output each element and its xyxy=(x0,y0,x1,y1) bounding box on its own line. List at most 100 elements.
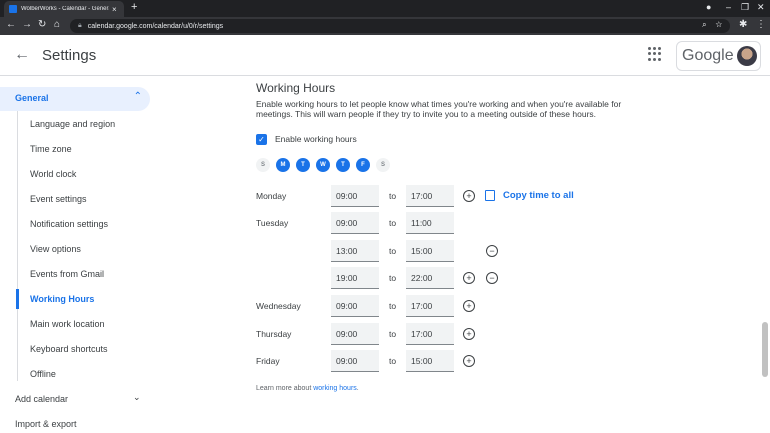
day-label-thursday: Thursday xyxy=(256,329,292,339)
start-time-tuesday-1[interactable]: 09:00 xyxy=(331,212,379,234)
sidebar-item-main-work-location[interactable]: Main work location xyxy=(30,319,105,329)
forward-arrow-icon[interactable]: → xyxy=(22,19,32,30)
day-label-monday: Monday xyxy=(256,191,287,201)
enable-working-hours-label: Enable working hours xyxy=(275,134,357,144)
start-time-monday[interactable]: 09:00 xyxy=(331,185,379,207)
window-close-icon[interactable]: ✕ xyxy=(757,2,765,13)
account-switcher[interactable]: Google xyxy=(676,41,761,71)
sidebar-item-events-from-gmail[interactable]: Events from Gmail xyxy=(30,269,104,279)
to-label: to xyxy=(389,356,397,366)
page-title: Settings xyxy=(42,47,97,64)
calendar-favicon-icon xyxy=(9,5,17,13)
tab-title: WolberWorks - Calendar - General xyxy=(21,6,109,12)
add-time-icon[interactable]: + xyxy=(463,190,475,202)
to-label: to xyxy=(389,246,397,256)
sidebar-general-label: General xyxy=(15,93,49,103)
add-time-icon[interactable]: + xyxy=(463,300,475,312)
section-description: Enable working hours to let people know … xyxy=(256,99,622,119)
tab-close-icon[interactable]: × xyxy=(112,5,117,14)
end-time-tuesday-2[interactable]: 15:00 xyxy=(406,240,454,262)
restore-icon[interactable]: ❐ xyxy=(741,2,749,13)
start-time-thursday[interactable]: 09:00 xyxy=(331,323,379,345)
start-time-wednesday[interactable]: 09:00 xyxy=(331,295,379,317)
day-toggle-sunday[interactable]: S xyxy=(256,158,270,172)
profile-icon[interactable]: ● xyxy=(706,2,711,12)
sidebar-item-working-hours[interactable]: Working Hours xyxy=(30,294,94,304)
section-title: Working Hours xyxy=(256,81,336,95)
back-arrow-icon[interactable]: ← xyxy=(6,19,16,30)
avatar[interactable] xyxy=(737,46,757,66)
browser-toolbar: ← → ↻ ⌂ 🔒︎ calendar.google.com/calendar/… xyxy=(0,17,770,35)
to-label: to xyxy=(389,301,397,311)
sidebar-item-world-clock[interactable]: World clock xyxy=(30,169,76,179)
to-label: to xyxy=(389,191,397,201)
learn-more-prefix: Learn more about xyxy=(256,385,314,392)
google-logo: Google xyxy=(682,47,734,64)
sidebar-item-notification-settings[interactable]: Notification settings xyxy=(30,219,108,229)
subnav-line xyxy=(17,111,18,381)
to-label: to xyxy=(389,273,397,283)
bookmark-star-icon[interactable]: ☆ xyxy=(715,20,722,29)
sidebar-item-add-calendar[interactable]: Add calendar xyxy=(15,394,68,404)
extensions-icon[interactable]: ✱ xyxy=(739,19,747,30)
learn-more-suffix: . xyxy=(356,385,359,392)
sidebar-item-language-and-region[interactable]: Language and region xyxy=(30,119,115,129)
minimize-icon[interactable]: – xyxy=(726,2,731,12)
browser-tab[interactable]: WolberWorks - Calendar - General × xyxy=(4,1,124,17)
copy-icon[interactable] xyxy=(485,190,495,201)
day-label-wednesday: Wednesday xyxy=(256,301,301,311)
settings-header: ← Settings Google xyxy=(0,35,770,76)
remove-time-icon[interactable]: − xyxy=(486,245,498,257)
menu-kebab-icon[interactable]: ⋮ xyxy=(756,19,766,30)
sidebar-item-time-zone[interactable]: Time zone xyxy=(30,144,72,154)
reload-icon[interactable]: ↻ xyxy=(38,19,46,30)
chevron-down-icon[interactable]: ⌄ xyxy=(133,392,141,403)
day-toggle-saturday[interactable]: S xyxy=(376,158,390,172)
day-toggle-friday[interactable]: F xyxy=(356,158,370,172)
home-icon[interactable]: ⌂ xyxy=(54,19,60,30)
url-text: calendar.google.com/calendar/u/0/r/setti… xyxy=(87,22,224,30)
omnibox-icons: ⌕ ☆ xyxy=(702,20,722,30)
end-time-friday[interactable]: 15:00 xyxy=(406,350,454,372)
day-label-tuesday: Tuesday xyxy=(256,218,289,228)
sidebar-item-offline[interactable]: Offline xyxy=(30,369,56,379)
zoom-icon[interactable]: ⌕ xyxy=(702,20,706,29)
working-hours-section: Working Hours Enable working hours to le… xyxy=(256,77,756,433)
enable-working-hours-checkbox[interactable]: ✓ xyxy=(256,134,267,145)
start-time-friday[interactable]: 09:00 xyxy=(331,350,379,372)
sidebar-item-general[interactable]: General ⌃ xyxy=(0,87,150,111)
day-toggle-thursday[interactable]: T xyxy=(336,158,350,172)
back-button[interactable]: ← xyxy=(14,46,30,64)
address-bar[interactable]: 🔒︎ calendar.google.com/calendar/u/0/r/se… xyxy=(70,19,730,33)
sidebar-item-keyboard-shortcuts[interactable]: Keyboard shortcuts xyxy=(30,344,108,354)
end-time-tuesday-1[interactable]: 11:00 xyxy=(406,212,454,234)
add-time-icon[interactable]: + xyxy=(463,328,475,340)
day-toggle-tuesday[interactable]: T xyxy=(296,158,310,172)
end-time-monday[interactable]: 17:00 xyxy=(406,185,454,207)
add-time-icon[interactable]: + xyxy=(463,355,475,367)
start-time-tuesday-3[interactable]: 19:00 xyxy=(331,267,379,289)
learn-more-text: Learn more about working hours. xyxy=(256,385,359,392)
lock-icon: 🔒︎ xyxy=(78,22,82,29)
start-time-tuesday-2[interactable]: 13:00 xyxy=(331,240,379,262)
day-toggle-monday[interactable]: M xyxy=(276,158,290,172)
sidebar-item-import-export[interactable]: Import & export xyxy=(15,419,77,429)
remove-time-icon[interactable]: − xyxy=(486,272,498,284)
end-time-thursday[interactable]: 17:00 xyxy=(406,323,454,345)
end-time-tuesday-3[interactable]: 22:00 xyxy=(406,267,454,289)
end-time-wednesday[interactable]: 17:00 xyxy=(406,295,454,317)
browser-tab-bar: WolberWorks - Calendar - General × + ● –… xyxy=(0,0,770,17)
sidebar-item-event-settings[interactable]: Event settings xyxy=(30,194,87,204)
scrollbar-thumb[interactable] xyxy=(762,322,768,377)
google-apps-icon[interactable] xyxy=(648,47,662,61)
day-toggle-wednesday[interactable]: W xyxy=(316,158,330,172)
add-time-icon[interactable]: + xyxy=(463,272,475,284)
new-tab-button[interactable]: + xyxy=(131,1,137,13)
active-indicator xyxy=(16,289,19,309)
chevron-up-icon[interactable]: ⌃ xyxy=(134,91,142,102)
day-label-friday: Friday xyxy=(256,356,280,366)
settings-sidebar: General ⌃ Language and region Time zone … xyxy=(0,77,150,433)
copy-time-to-all-button[interactable]: Copy time to all xyxy=(503,190,574,201)
sidebar-item-view-options[interactable]: View options xyxy=(30,244,81,254)
working-hours-link[interactable]: working hours xyxy=(313,385,357,392)
